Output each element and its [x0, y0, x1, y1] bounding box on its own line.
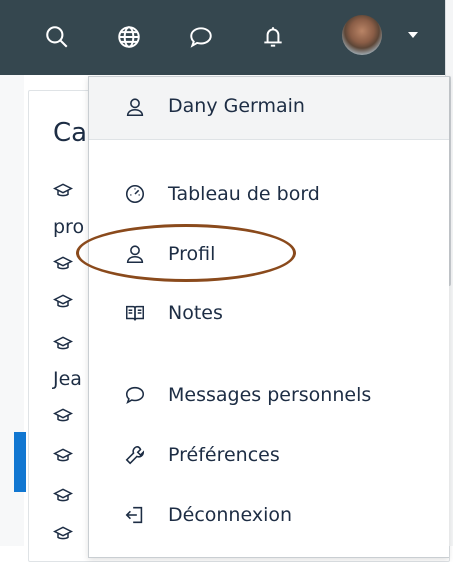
drawer-toggle-tab[interactable] — [14, 432, 26, 492]
course-name-fragment: Jea — [53, 368, 82, 390]
course-panel-title: Ca — [53, 118, 88, 148]
user-menu-header[interactable]: Dany Germain — [89, 77, 449, 139]
graduation-cap-icon — [53, 408, 73, 422]
menu-item-preferences[interactable]: Préférences — [89, 435, 449, 475]
graduation-cap-icon — [53, 183, 73, 197]
bell-icon[interactable] — [258, 22, 288, 52]
graduation-cap-icon — [53, 448, 73, 462]
chevron-down-icon[interactable] — [408, 32, 418, 38]
graduation-cap-icon — [53, 256, 73, 270]
menu-divider — [89, 349, 449, 350]
menu-item-grades[interactable]: Notes — [89, 293, 449, 333]
menu-item-label: Profil — [168, 243, 216, 265]
globe-icon[interactable] — [114, 22, 144, 52]
menu-item-label: Tableau de bord — [168, 183, 320, 205]
logout-icon — [123, 503, 147, 527]
user-icon — [123, 95, 147, 119]
wrench-icon — [123, 443, 147, 467]
graduation-cap-icon — [53, 526, 73, 540]
user-menu-dropdown: Dany Germain Tableau de bord Profil Note… — [88, 76, 449, 558]
message-icon[interactable] — [186, 22, 216, 52]
graduation-cap-icon — [53, 294, 73, 308]
menu-item-label: Messages personnels — [168, 384, 372, 406]
user-icon — [123, 242, 147, 266]
graduation-cap-icon — [53, 488, 73, 502]
menu-item-label: Préférences — [168, 444, 280, 466]
menu-item-dashboard[interactable]: Tableau de bord — [89, 174, 449, 214]
menu-item-label: Déconnexion — [168, 504, 293, 526]
user-name[interactable]: Dany Germain — [168, 95, 305, 117]
book-icon — [123, 301, 147, 325]
top-navbar — [0, 0, 445, 75]
message-icon — [123, 383, 147, 407]
search-icon[interactable] — [42, 22, 72, 52]
menu-item-logout[interactable]: Déconnexion — [89, 495, 449, 535]
course-name-fragment: pro — [53, 216, 85, 238]
avatar[interactable] — [342, 15, 382, 55]
menu-divider — [89, 139, 449, 140]
menu-item-label: Notes — [168, 302, 223, 324]
dashboard-icon — [123, 182, 147, 206]
menu-item-profile[interactable]: Profil — [89, 234, 449, 274]
graduation-cap-icon — [53, 336, 73, 350]
menu-item-messages[interactable]: Messages personnels — [89, 375, 449, 415]
